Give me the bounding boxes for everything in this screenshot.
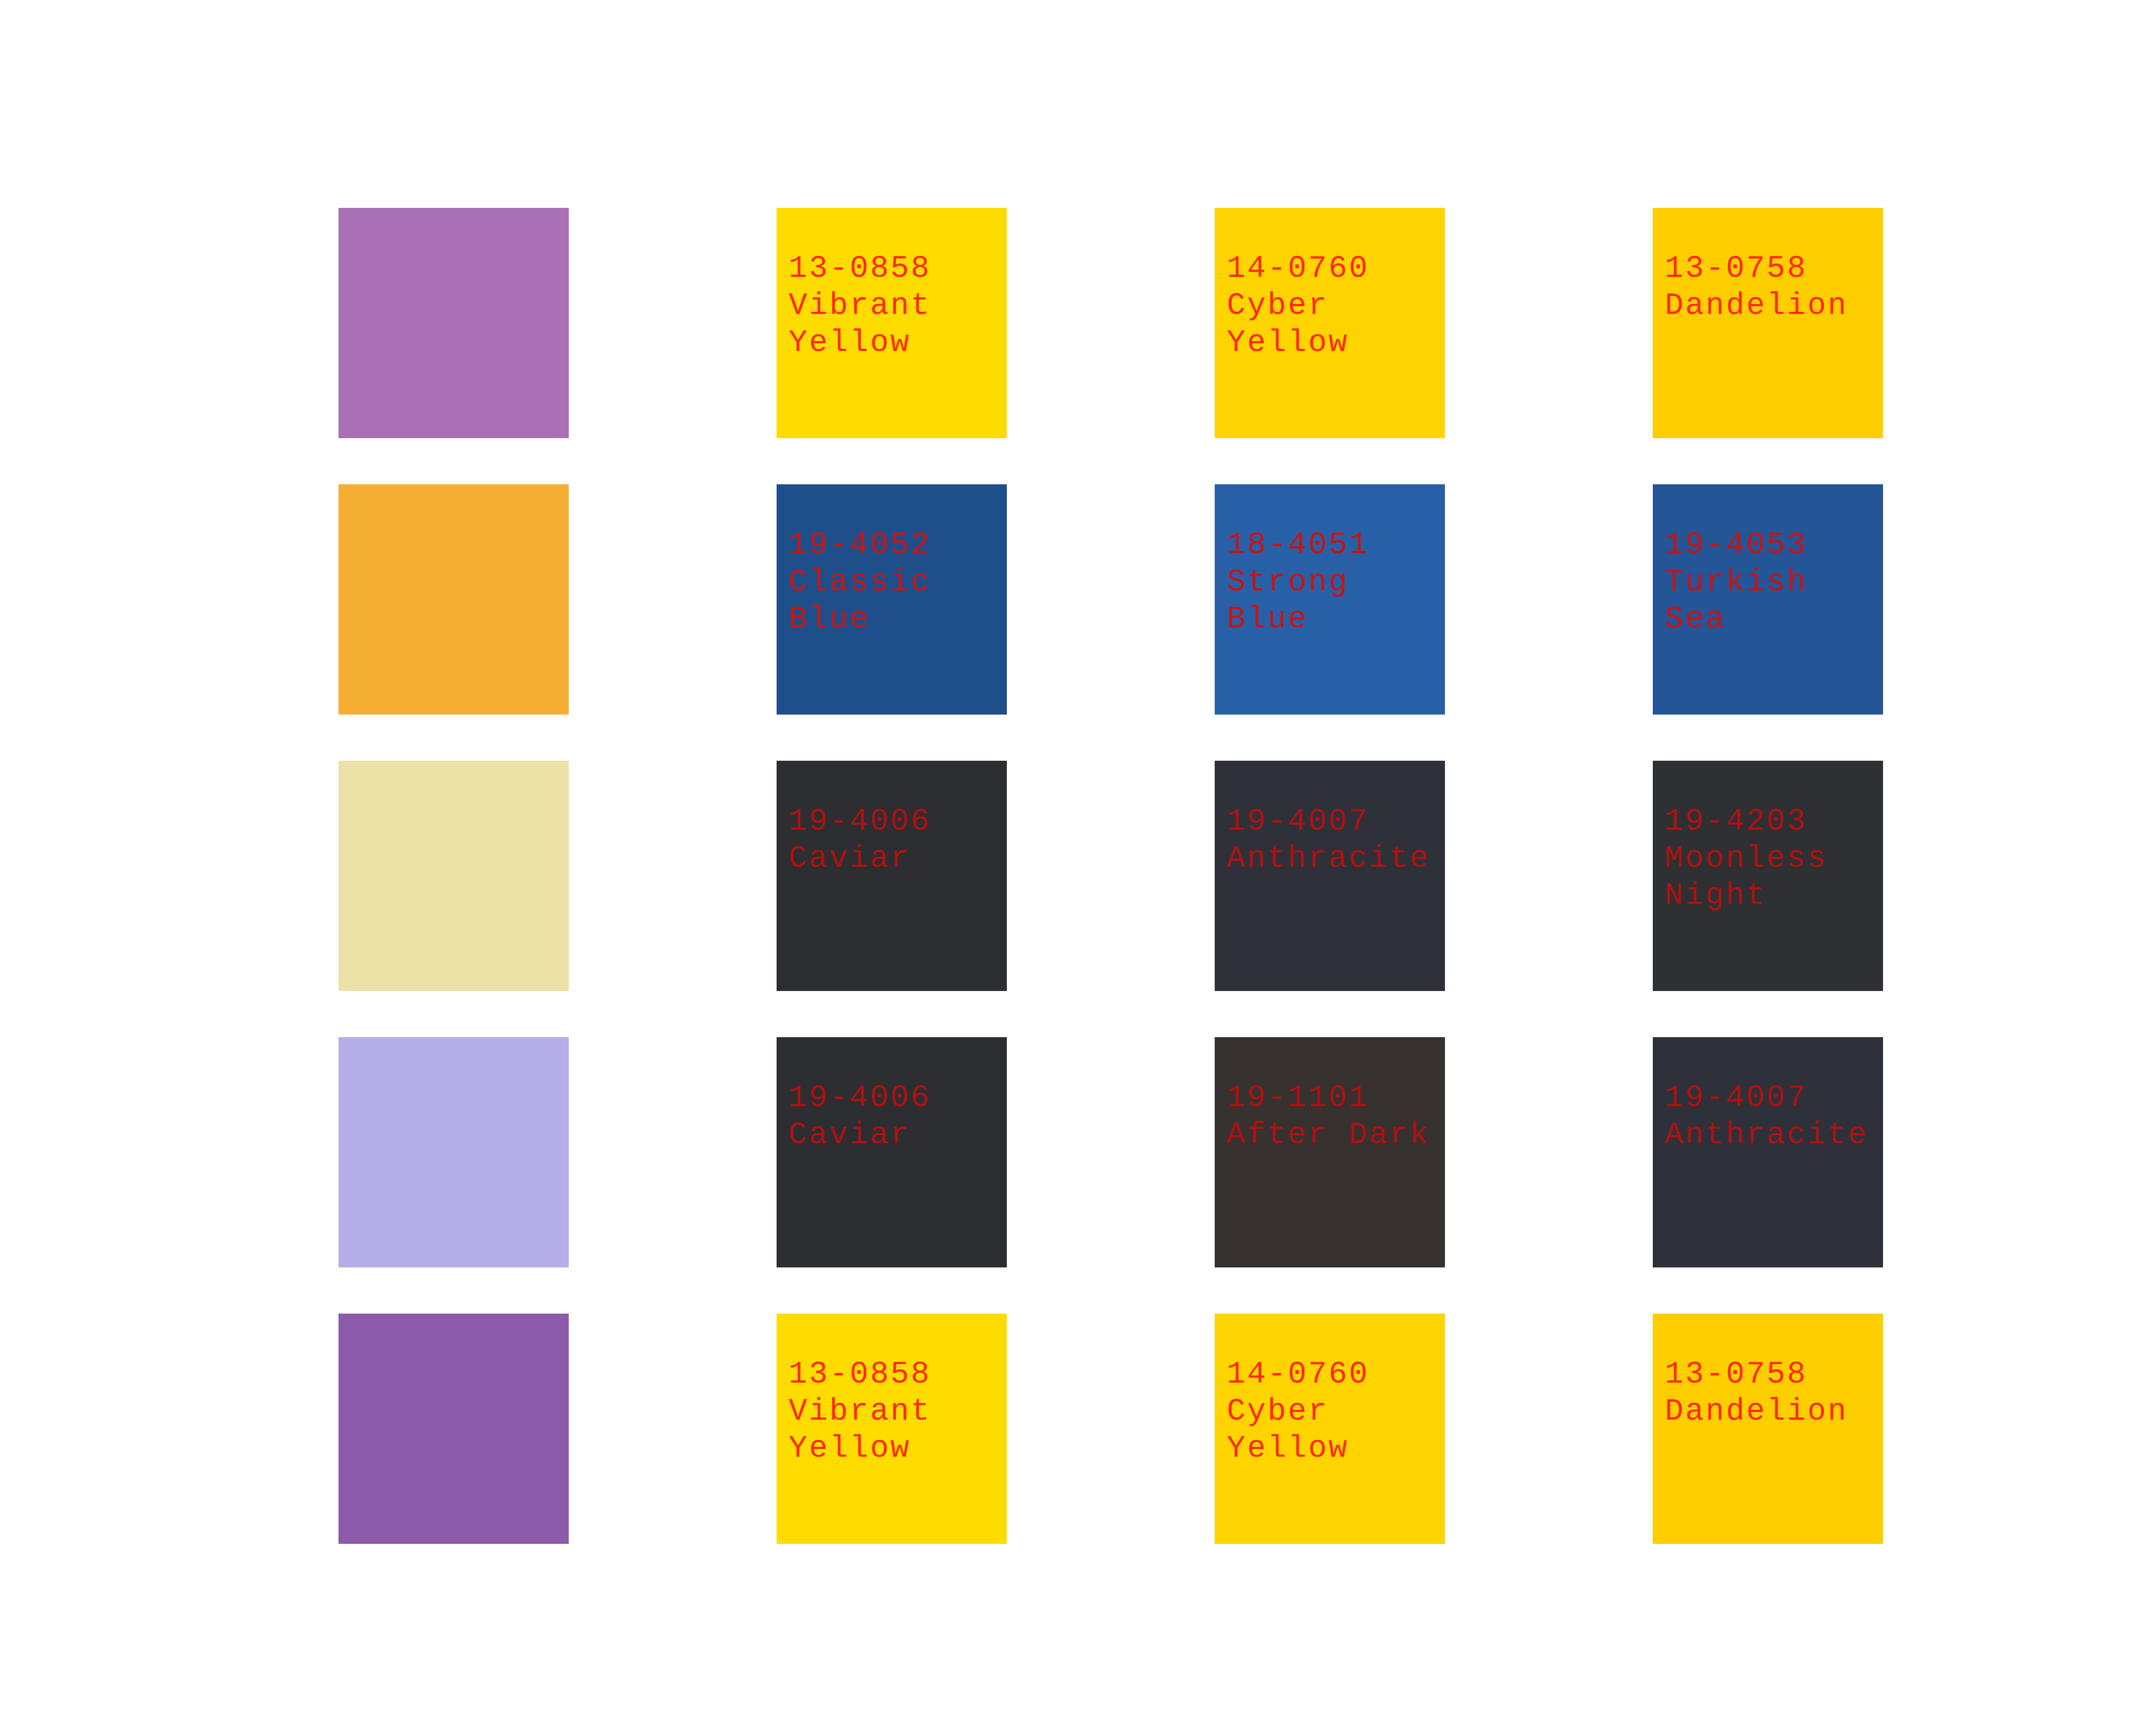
swatch-code: 19-4007: [1665, 1080, 1808, 1116]
swatch-code: 19-4006: [789, 1080, 931, 1116]
swatch-name: Caviar: [789, 841, 911, 876]
swatch-label: 19-1101 After Dark: [1227, 1079, 1445, 1154]
color-swatch: 13-0758 Dandelion: [1653, 1314, 1883, 1544]
swatch-name: Dandelion: [1665, 288, 1848, 323]
color-swatch: 19-4203 Moonless Night: [1653, 761, 1883, 991]
swatch-label: 14-0760 Cyber Yellow: [1227, 250, 1445, 361]
color-swatch: [338, 1314, 569, 1544]
color-swatch: 14-0760 Cyber Yellow: [1215, 208, 1445, 438]
color-swatch-grid: 13-0858 Vibrant Yellow 14-0760 Cyber Yellow 13…: [338, 208, 1883, 1544]
swatch-code: 19-4007: [1227, 804, 1369, 839]
swatch-code: 19-4053: [1665, 527, 1808, 563]
swatch-label: 19-4006 Caviar: [789, 803, 1007, 877]
color-swatch: 19-4052 Classic Blue: [777, 484, 1007, 715]
color-swatch: 19-4007 Anthracite: [1653, 1037, 1883, 1267]
swatch-name: Classic Blue: [789, 565, 931, 637]
swatch-name: Vibrant Yellow: [789, 288, 931, 361]
swatch-label: 19-4052 Classic Blue: [789, 527, 1007, 638]
swatch-code: 13-0858: [789, 1357, 931, 1392]
color-swatch: 14-0760 Cyber Yellow: [1215, 1314, 1445, 1544]
swatch-name: Vibrant Yellow: [789, 1394, 931, 1466]
swatch-label: 19-4203 Moonless Night: [1665, 803, 1883, 914]
color-swatch: 13-0858 Vibrant Yellow: [777, 208, 1007, 438]
color-swatch: [338, 484, 569, 715]
color-swatch: 13-0758 Dandelion: [1653, 208, 1883, 438]
swatch-label: 13-0858 Vibrant Yellow: [789, 1356, 1007, 1467]
swatch-code: 19-1101: [1227, 1080, 1369, 1116]
swatch-code: 13-0758: [1665, 251, 1808, 286]
color-swatch: 13-0858 Vibrant Yellow: [777, 1314, 1007, 1544]
swatch-code: 13-0858: [789, 251, 931, 286]
color-swatch: 18-4051 Strong Blue: [1215, 484, 1445, 715]
swatch-name: Anthracite: [1665, 1117, 1869, 1153]
swatch-code: 14-0760: [1227, 1357, 1369, 1392]
swatch-name: After Dark: [1227, 1117, 1431, 1153]
swatch-label: 18-4051 Strong Blue: [1227, 527, 1445, 638]
swatch-name: Cyber Yellow: [1227, 288, 1349, 361]
swatch-name: Strong Blue: [1227, 565, 1349, 637]
swatch-label: 19-4006 Caviar: [789, 1079, 1007, 1154]
swatch-label: 13-0858 Vibrant Yellow: [789, 250, 1007, 361]
color-swatch: 19-4006 Caviar: [777, 761, 1007, 991]
swatch-code: 13-0758: [1665, 1357, 1808, 1392]
swatch-code: 19-4006: [789, 804, 931, 839]
color-swatch: 19-4053 Turkish Sea: [1653, 484, 1883, 715]
color-swatch: [338, 1037, 569, 1267]
swatch-label: 14-0760 Cyber Yellow: [1227, 1356, 1445, 1467]
swatch-code: 19-4052: [789, 527, 931, 563]
swatch-name: Moonless Night: [1665, 841, 1828, 913]
swatch-label: 13-0758 Dandelion: [1665, 250, 1883, 324]
color-swatch: [338, 208, 569, 438]
swatch-code: 18-4051: [1227, 527, 1369, 563]
swatch-code: 19-4203: [1665, 804, 1808, 839]
color-swatch: 19-1101 After Dark: [1215, 1037, 1445, 1267]
swatch-name: Turkish Sea: [1665, 565, 1808, 637]
color-swatch: [338, 761, 569, 991]
swatch-name: Dandelion: [1665, 1394, 1848, 1429]
color-swatch: 19-4006 Caviar: [777, 1037, 1007, 1267]
swatch-code: 14-0760: [1227, 251, 1369, 286]
swatch-label: 13-0758 Dandelion: [1665, 1356, 1883, 1430]
swatch-label: 19-4007 Anthracite: [1227, 803, 1445, 877]
swatch-label: 19-4053 Turkish Sea: [1665, 527, 1883, 638]
color-swatch: 19-4007 Anthracite: [1215, 761, 1445, 991]
swatch-name: Cyber Yellow: [1227, 1394, 1349, 1466]
swatch-label: 19-4007 Anthracite: [1665, 1079, 1883, 1154]
swatch-name: Anthracite: [1227, 841, 1431, 876]
swatch-name: Caviar: [789, 1117, 911, 1153]
